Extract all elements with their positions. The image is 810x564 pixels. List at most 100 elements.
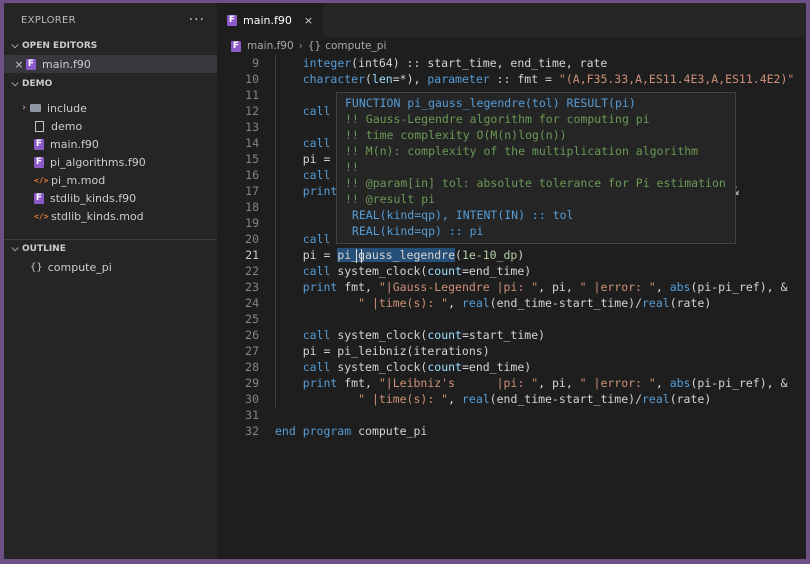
code-text: pi = pi_gauss_legendre(1e-10_dp): [275, 248, 525, 262]
line-number: 31: [245, 408, 259, 422]
code-line: 28 call system_clock(count=end_time): [217, 359, 806, 375]
tab-label: main.f90: [243, 13, 292, 27]
hover-line: REAL(kind=qp) :: pi: [345, 224, 484, 238]
line-number: 19: [245, 216, 259, 230]
tree-item-stdlib-kinds-mod[interactable]: </> stdlib_kinds.mod: [4, 207, 217, 225]
tree-item-label: demo: [51, 119, 83, 133]
hover-line: REAL(kind=qp), INTENT(IN) :: tol: [345, 208, 574, 222]
outline-section[interactable]: ⌵ OUTLINE: [4, 239, 217, 258]
code-text: call system_clock(count=end_time): [302, 360, 532, 374]
explorer-title: EXPLORER: [21, 14, 76, 26]
chevron-right-icon: ›: [22, 103, 26, 113]
tree-item-label: pi_m.mod: [51, 173, 106, 187]
hover-line: !! @param[in] tol: absolute tolerance fo…: [345, 176, 726, 190]
line-number: 18: [245, 200, 259, 214]
line-number: 20: [245, 232, 259, 246]
line-number: 10: [245, 72, 259, 86]
breadcrumb: F main.f90 › {} compute_pi: [217, 37, 806, 55]
chevron-down-icon: ⌵: [11, 79, 19, 89]
code-text: " |time(s): ", real(end_time-start_time)…: [358, 296, 712, 310]
code-text: integer(int64) :: start_time, end_time, …: [302, 56, 608, 70]
close-icon[interactable]: ×: [12, 58, 26, 71]
line-number: 26: [245, 328, 259, 342]
chevron-down-icon: ⌵: [11, 41, 19, 51]
open-editor-label: main.f90: [42, 57, 91, 71]
chevron-right-icon: ›: [298, 40, 303, 52]
line-number: 27: [245, 344, 259, 358]
code-text: call: [302, 136, 331, 150]
line-number: 16: [245, 168, 259, 182]
folder-icon: [30, 104, 41, 112]
line-number: 12: [245, 104, 259, 118]
code-line: 26 call system_clock(count=start_time): [217, 327, 806, 343]
open-editors-title: OPEN EDITORS: [22, 41, 98, 51]
hover-line: !! time complexity O(M(n)log(n)): [345, 128, 567, 142]
mod-file-icon: </>: [34, 211, 49, 221]
hover-line: !! M(n): complexity of the multiplicatio…: [345, 144, 699, 158]
editor: F main.f90 × F main.f90 › {} compute_pi …: [217, 3, 806, 559]
fortran-icon: F: [231, 40, 241, 52]
code-line: 22 call system_clock(count=end_time): [217, 263, 806, 279]
code-text: end program compute_pi: [275, 424, 428, 438]
line-number: 15: [245, 152, 259, 166]
tree-item-label: stdlib_kinds.f90: [50, 191, 137, 205]
fortran-icon: F: [26, 58, 36, 70]
fortran-icon: F: [227, 14, 237, 26]
code-text: character(len=*), parameter :: fmt = "(A…: [302, 72, 795, 86]
tree-item-include[interactable]: › include: [4, 99, 217, 117]
line-number: 25: [245, 312, 259, 326]
tree-item-pi-m-mod[interactable]: </> pi_m.mod: [4, 171, 217, 189]
line-number: 9: [252, 56, 259, 70]
demo-section[interactable]: ⌵ DEMO: [4, 75, 217, 93]
hover-tooltip: FUNCTION pi_gauss_legendre(tol) RESULT(p…: [336, 92, 736, 244]
line-number: 29: [245, 376, 259, 390]
chevron-down-icon: ⌵: [11, 244, 19, 254]
code-text: call system_clock(count=end_time): [302, 264, 532, 278]
hover-line: !! @result pi: [345, 192, 436, 206]
code-text: pi = pi_leibniz(iterations): [275, 344, 490, 358]
fortran-icon: F: [34, 192, 44, 204]
tree-item-pi-algorithms[interactable]: F pi_algorithms.f90: [4, 153, 217, 171]
sidebar: EXPLORER ··· ⌵ OPEN EDITORS × F main.f90…: [4, 3, 217, 559]
open-editor-item[interactable]: × F main.f90: [4, 55, 217, 73]
open-editors-section[interactable]: ⌵ OPEN EDITORS: [4, 37, 217, 55]
tab-main-f90[interactable]: F main.f90 ×: [217, 3, 325, 37]
explorer-header: EXPLORER ···: [4, 3, 217, 37]
code-text: print fmt, "|Leibniz's |pi: ", pi, " |er…: [302, 376, 788, 390]
window: EXPLORER ··· ⌵ OPEN EDITORS × F main.f90…: [4, 3, 806, 559]
line-number: 23: [245, 280, 259, 294]
code-text: pi =: [275, 152, 331, 166]
code-text: " |time(s): ", real(end_time-start_time)…: [358, 392, 712, 406]
tree-item-stdlib-kinds-f90[interactable]: F stdlib_kinds.f90: [4, 189, 217, 207]
tree-item-main-f90[interactable]: F main.f90: [4, 135, 217, 153]
outline-item[interactable]: {} compute_pi: [4, 258, 217, 276]
more-actions-icon[interactable]: ···: [189, 12, 205, 28]
line-number: 11: [245, 88, 259, 102]
close-icon[interactable]: ×: [304, 14, 313, 27]
tree-item-demo[interactable]: demo: [4, 117, 217, 135]
outline-item-label: compute_pi: [47, 260, 112, 274]
tree-item-label: main.f90: [50, 137, 99, 151]
code-line: 30 " |time(s): ", real(end_time-start_ti…: [217, 391, 806, 407]
namespace-icon: {}: [30, 261, 43, 273]
code-text: call system_clock(count=start_time): [302, 328, 546, 342]
code-line: 24 " |time(s): ", real(end_time-start_ti…: [217, 295, 806, 311]
hover-line: !!: [345, 160, 359, 174]
fortran-icon: F: [34, 138, 44, 150]
code-text: call: [302, 168, 331, 182]
line-number: 22: [245, 264, 259, 278]
hover-line: !! Gauss-Legendre algorithm for computin…: [345, 112, 650, 126]
code-line: 23 print fmt, "|Gauss-Legendre |pi: ", p…: [217, 279, 806, 295]
line-number: 32: [245, 424, 259, 438]
text-cursor-icon: [356, 249, 362, 263]
code-line: 25: [217, 311, 806, 327]
code-line: 32 end program compute_pi: [217, 423, 806, 439]
code-line: 9 integer(int64) :: start_time, end_time…: [217, 55, 806, 71]
breadcrumb-symbol[interactable]: compute_pi: [325, 40, 386, 52]
breadcrumb-file[interactable]: main.f90: [247, 40, 294, 52]
file-icon: [35, 120, 44, 132]
tree-item-label: pi_algorithms.f90: [50, 155, 146, 169]
tree-item-label: stdlib_kinds.mod: [51, 209, 144, 223]
code-text: call: [302, 104, 331, 118]
